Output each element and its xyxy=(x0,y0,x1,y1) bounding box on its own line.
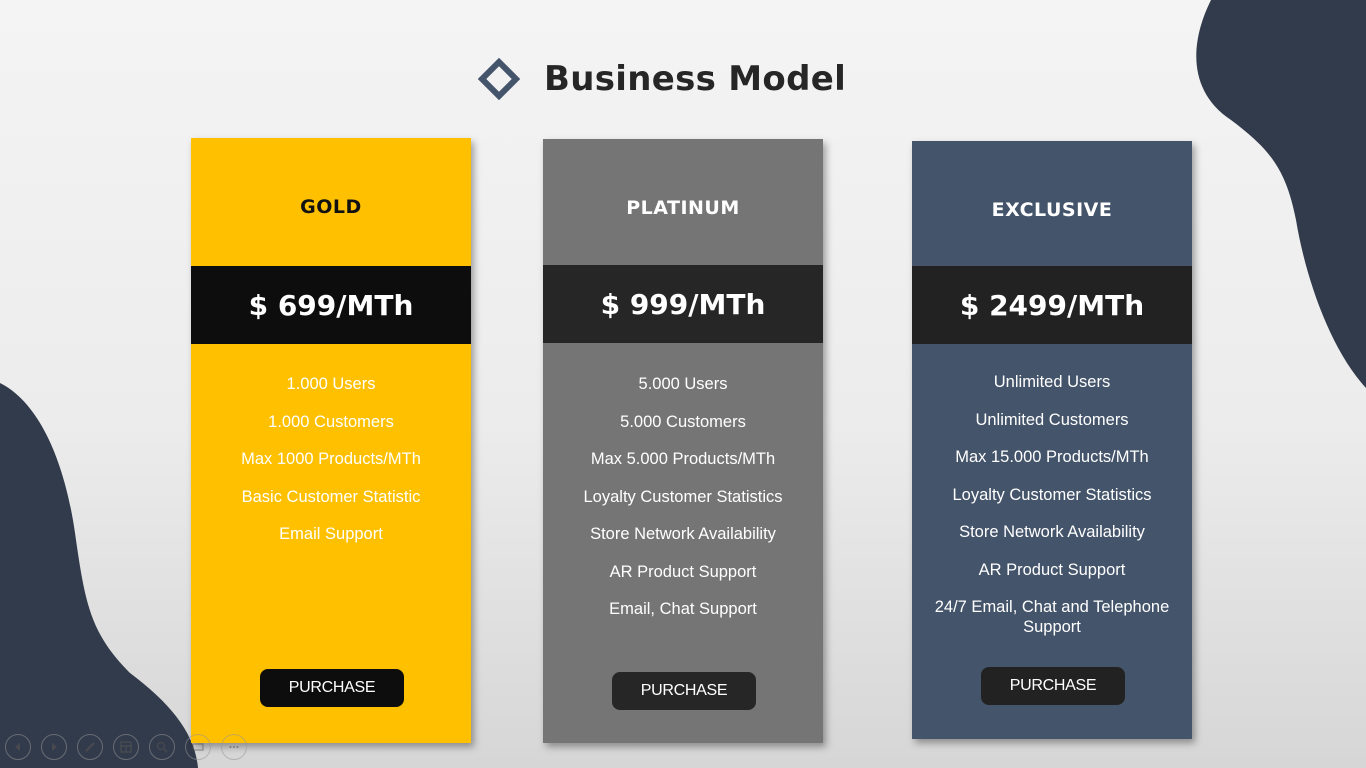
slide-title: Business Model xyxy=(544,59,847,99)
feature-item: 5.000 Customers xyxy=(620,412,746,431)
feature-item: AR Product Support xyxy=(609,562,757,581)
feature-item: Basic Customer Statistic xyxy=(241,487,421,506)
feature-item: Unlimited Users xyxy=(993,373,1111,391)
decorative-blob-bottom-left xyxy=(0,383,198,768)
slide-sorter-icon[interactable] xyxy=(113,734,139,760)
purchase-button-exclusive[interactable]: PURCHASE xyxy=(981,667,1125,705)
feature-item: 5.000 Users xyxy=(638,375,728,393)
feature-item: Max 15.000 Products/MTh xyxy=(955,448,1149,466)
slide-header: Business Model xyxy=(478,56,846,102)
previous-slide-icon[interactable] xyxy=(5,734,31,760)
pricing-card-gold: GOLD $ 699/MTh 1.000 Users 1.000 Custome… xyxy=(191,138,471,743)
plan-price: $ 2499/MTh xyxy=(959,288,1145,322)
decorative-blob-top-right xyxy=(1196,0,1366,388)
feature-list: Unlimited Users Unlimited Customers Max … xyxy=(912,372,1192,655)
feature-list: 5.000 Users 5.000 Customers Max 5.000 Pr… xyxy=(543,374,823,637)
presenter-toolbar xyxy=(5,734,257,760)
feature-list: 1.000 Users 1.000 Customers Max 1000 Pro… xyxy=(191,374,471,562)
feature-item: 1.000 Users xyxy=(286,375,376,393)
feature-item: Loyalty Customer Statistics xyxy=(952,485,1152,504)
plan-price: $ 999/MTh xyxy=(600,287,766,321)
purchase-button-platinum[interactable]: PURCHASE xyxy=(612,672,756,710)
feature-item: Unlimited Customers xyxy=(975,410,1129,429)
feature-item: Max 5.000 Products/MTh xyxy=(590,450,776,468)
price-band: $ 699/MTh xyxy=(191,266,471,344)
diamond-icon xyxy=(478,58,520,100)
plan-price: $ 699/MTh xyxy=(248,288,414,322)
subtitles-icon[interactable] xyxy=(185,734,211,760)
more-options-icon[interactable] xyxy=(221,734,247,760)
price-band: $ 2499/MTh xyxy=(912,266,1192,344)
feature-item: Store Network Availability xyxy=(590,525,776,543)
feature-item: 24/7 Email, Chat and Telephone Support xyxy=(934,598,1170,636)
plan-name: GOLD xyxy=(300,196,362,218)
zoom-icon[interactable] xyxy=(149,734,175,760)
feature-item: Store Network Availability xyxy=(959,523,1145,541)
feature-item: Loyalty Customer Statistics xyxy=(583,487,783,506)
next-slide-icon[interactable] xyxy=(41,734,67,760)
plan-name: EXCLUSIVE xyxy=(991,199,1113,221)
price-band: $ 999/MTh xyxy=(543,265,823,343)
pricing-card-exclusive: EXCLUSIVE $ 2499/MTh Unlimited Users Unl… xyxy=(912,141,1192,739)
feature-item: Email Support xyxy=(279,525,383,543)
pricing-card-platinum: PLATINUM $ 999/MTh 5.000 Users 5.000 Cus… xyxy=(543,139,823,743)
pen-icon[interactable] xyxy=(77,734,103,760)
feature-item: Max 1000 Products/MTh xyxy=(241,450,421,468)
plan-name: PLATINUM xyxy=(626,197,740,219)
purchase-button-gold[interactable]: PURCHASE xyxy=(260,669,404,707)
feature-item: AR Product Support xyxy=(978,560,1126,579)
feature-item: 1.000 Customers xyxy=(268,412,394,431)
feature-item: Email, Chat Support xyxy=(609,600,757,618)
